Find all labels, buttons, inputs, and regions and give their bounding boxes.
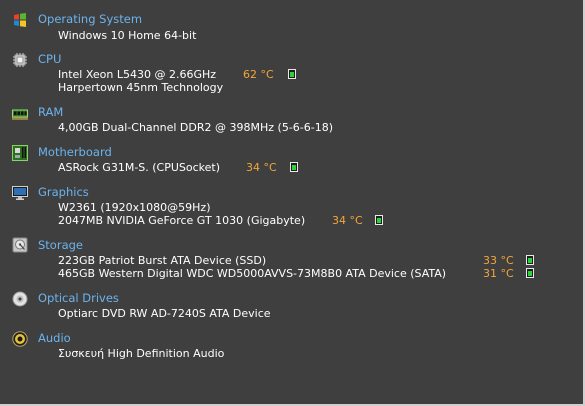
cpu-model: Intel Xeon L5430 @ 2.66GHz (58, 68, 217, 81)
thermometer-icon (288, 69, 296, 79)
gpu-temperature: 34 °C (332, 214, 363, 227)
windows-logo-icon (12, 12, 28, 28)
monitor-model: W2361 (1920x1080@59Hz) (58, 201, 211, 214)
storage-drive-2-temperature: 31 °C (483, 267, 514, 280)
hard-drive-icon (12, 237, 28, 253)
thermometer-icon (526, 268, 534, 278)
section-title-audio: Audio (38, 331, 71, 345)
section-title-ram: RAM (38, 105, 64, 119)
cpu-technology: Harpertown 45nm Technology (58, 81, 224, 94)
section-title-storage: Storage (38, 238, 83, 252)
ram-module-icon (12, 106, 28, 122)
thermometer-icon (375, 215, 383, 225)
ram-details: 4,00GB Dual-Channel DDR2 @ 398MHz (5-6-6… (58, 121, 334, 134)
section-title-operating-system: Operating System (38, 12, 143, 26)
optical-disc-icon (12, 291, 28, 307)
monitor-icon (12, 185, 28, 201)
storage-drive-1: 223GB Patriot Burst ATA Device (SSD) (58, 254, 267, 267)
storage-drive-1-temperature: 33 °C (483, 254, 514, 267)
section-title-optical-drives: Optical Drives (38, 291, 119, 305)
speaker-icon (12, 331, 28, 347)
cpu-chip-icon (12, 52, 28, 68)
cpu-temperature: 62 °C (243, 68, 274, 81)
storage-drive-2: 465GB Western Digital WDC WD5000AVVS-73M… (58, 267, 447, 280)
thermometer-icon (526, 255, 534, 265)
section-title-motherboard: Motherboard (38, 145, 112, 159)
section-title-graphics: Graphics (38, 185, 89, 199)
section-title-cpu: CPU (38, 52, 62, 66)
gpu-model: 2047MB NVIDIA GeForce GT 1030 (Gigabyte) (58, 214, 306, 227)
audio-device: Συσκευή High Definition Audio (58, 347, 225, 360)
motherboard-model: ASRock G31M-S. (CPUSocket) (58, 161, 221, 174)
thermometer-icon (290, 162, 298, 172)
motherboard-temperature: 34 °C (246, 161, 277, 174)
os-name: Windows 10 Home 64-bit (58, 29, 197, 42)
motherboard-icon (12, 145, 28, 161)
optical-drive-model: Optiarc DVD RW AD-7240S ATA Device (58, 307, 271, 320)
